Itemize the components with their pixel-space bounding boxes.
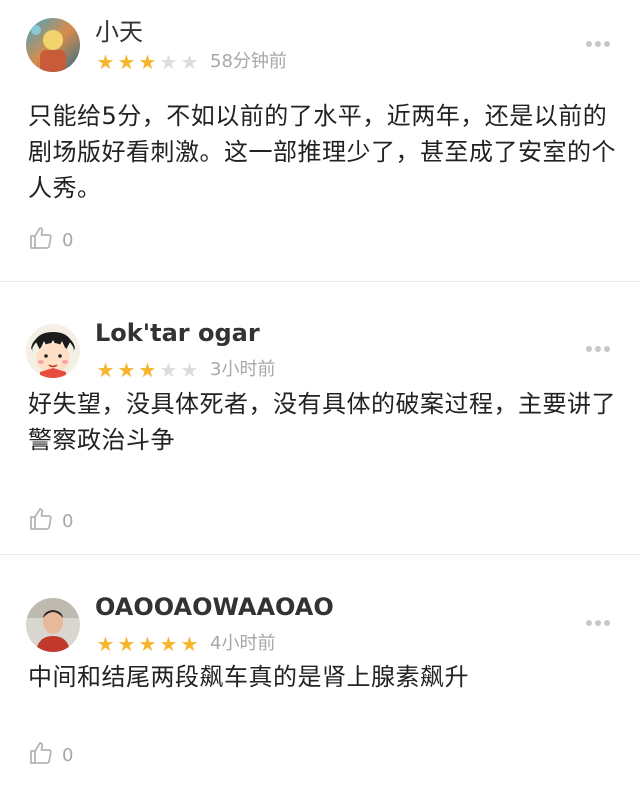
review-list: 小天 ★ ★ ★ ★ ★ 58分钟前 只能给5分，不如以前的了水平，近两年，还是以前的剧…: [0, 0, 640, 787]
star-icon: ★: [159, 50, 178, 74]
star-icon: ★: [138, 632, 157, 656]
rating-stars: ★ ★ ★ ★ ★: [95, 633, 200, 655]
review-item: 小天 ★ ★ ★ ★ ★ 58分钟前 只能给5分，不如以前的了水平，近两年，还是以前的剧…: [0, 0, 640, 282]
rating-stars: ★ ★ ★ ★ ★: [95, 359, 200, 381]
star-icon: ★: [117, 50, 136, 74]
username[interactable]: 小天: [95, 12, 143, 47]
review-meta: ★ ★ ★ ★ ★ 58分钟前: [95, 51, 287, 73]
review-text: 只能给5分，不如以前的了水平，近两年，还是以前的剧场版好看刺激。这一部推理少了，…: [28, 102, 616, 202]
star-icon: ★: [96, 358, 115, 382]
avatar[interactable]: [26, 18, 80, 72]
like-count: 0: [62, 229, 74, 251]
username[interactable]: Lok'tar ogar: [95, 319, 260, 347]
like-button[interactable]: 0: [28, 740, 73, 770]
star-icon: ★: [180, 50, 199, 74]
review-meta: ★ ★ ★ ★ ★ 3小时前: [95, 359, 276, 381]
timestamp: 58分钟前: [210, 51, 287, 72]
rating-stars: ★ ★ ★ ★ ★: [95, 51, 200, 73]
review-text: 中间和结尾两段飙车真的是肾上腺素飙升: [28, 663, 469, 691]
avatar[interactable]: [26, 598, 80, 652]
star-icon: ★: [117, 358, 136, 382]
star-icon: ★: [117, 632, 136, 656]
star-icon: ★: [159, 632, 178, 656]
more-dots-icon[interactable]: [586, 345, 610, 353]
more-dots-icon[interactable]: [586, 619, 610, 627]
star-icon: ★: [138, 358, 157, 382]
like-count: 0: [62, 510, 74, 532]
star-icon: ★: [138, 50, 157, 74]
review-item: Lok'tar ogar ★ ★ ★ ★ ★ 3小时前 好失望，没具体死者，没有具体的破…: [0, 282, 640, 555]
review-meta: ★ ★ ★ ★ ★ 4小时前: [95, 633, 276, 655]
star-icon: ★: [96, 632, 115, 656]
username[interactable]: OAOOAOWAAOAO: [95, 593, 334, 621]
like-count: 0: [62, 744, 74, 766]
review-item: OAOOAOWAAOAO ★ ★ ★ ★ ★ 4小时前 中间和结尾两段飙车真的是肾上腺素…: [0, 555, 640, 787]
review-text: 好失望，没具体死者，没有具体的破案过程，主要讲了警察政治斗争: [28, 390, 616, 454]
avatar[interactable]: [26, 324, 80, 378]
timestamp: 4小时前: [210, 633, 276, 654]
star-icon: ★: [159, 358, 178, 382]
star-icon: ★: [180, 632, 199, 656]
like-button[interactable]: 0: [28, 225, 73, 255]
star-icon: ★: [180, 358, 199, 382]
thumbs-up-icon: [28, 225, 54, 255]
more-dots-icon[interactable]: [586, 40, 610, 48]
thumbs-up-icon: [28, 506, 54, 536]
timestamp: 3小时前: [210, 359, 276, 380]
star-icon: ★: [96, 50, 115, 74]
thumbs-up-icon: [28, 740, 54, 770]
like-button[interactable]: 0: [28, 506, 73, 536]
